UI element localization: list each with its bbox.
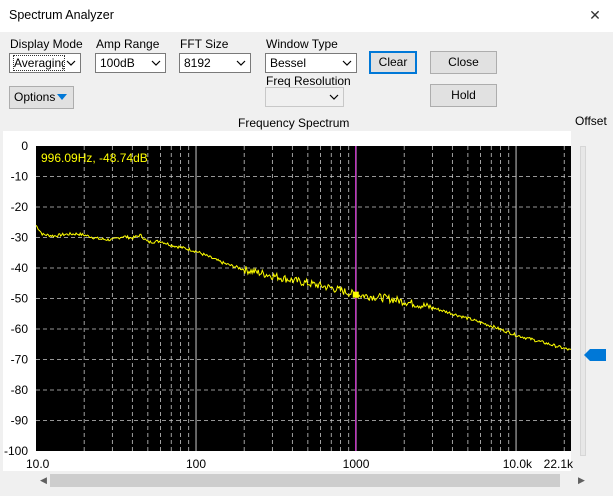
chevron-down-icon [66,60,76,66]
amp-range-select[interactable]: 100dB [95,53,166,73]
cursor-marker[interactable] [352,291,359,298]
y-tick-label: -100 [4,444,28,458]
hold-button-label: Hold [451,88,476,102]
fft-size-label: FFT Size [180,37,229,51]
window-type-label: Window Type [266,37,338,51]
options-button[interactable]: Options [9,86,74,109]
y-tick-label: -90 [11,414,29,428]
chevron-down-icon [151,60,161,66]
x-tick-label: 22.1k [544,457,574,471]
amp-range-value: 100dB [100,56,135,70]
chart-title: Frequency Spectrum [238,116,350,130]
scrollbar-thumb[interactable] [50,474,560,487]
spectrum-analyzer-window: Spectrum Analyzer ✕ Display Mode Averagi… [0,0,613,496]
amp-range-label: Amp Range [96,37,160,51]
fft-size-value: 8192 [184,56,211,70]
y-tick-label: -40 [11,261,29,275]
close-window-icon[interactable]: ✕ [584,4,606,26]
close-button[interactable]: Close [430,51,497,74]
freq-resolution-select[interactable] [265,87,344,107]
caret-down-icon [57,94,67,100]
cursor-readout: 996.09Hz, -48.74dB [41,151,148,165]
y-tick-label: -50 [11,292,29,306]
chevron-down-icon [236,60,246,66]
x-tick-label: 10.0k [503,457,533,471]
clear-button[interactable]: Clear [369,51,417,74]
title-bar: Spectrum Analyzer ✕ [0,0,613,32]
chevron-down-icon [329,94,339,100]
fft-size-select[interactable]: 8192 [179,53,251,73]
hold-button[interactable]: Hold [430,84,497,107]
window-type-select[interactable]: Bessel [265,53,357,73]
y-tick-label: -30 [11,231,29,245]
close-button-label: Close [448,55,479,69]
display-mode-value: Averaging [13,55,65,71]
x-tick-label: 100 [186,457,206,471]
scroll-right-icon[interactable]: ▶ [575,474,588,487]
offset-slider-thumb[interactable] [584,348,606,362]
offset-label: Offset [575,114,607,128]
window-type-value: Bessel [270,56,307,70]
clear-button-label: Clear [378,55,408,69]
window-title: Spectrum Analyzer [9,8,114,22]
x-tick-label: 1000 [343,457,370,471]
x-tick-label: 10.0 [26,457,50,471]
y-tick-label: -10 [11,170,29,184]
horizontal-scrollbar[interactable]: ◀ ▶ [36,472,590,489]
offset-slider-track[interactable] [580,146,586,456]
y-tick-label: 0 [21,139,28,153]
freq-resolution-label: Freq Resolution [266,74,351,88]
options-button-label: Options [14,90,56,104]
y-tick-label: -80 [11,383,29,397]
y-tick-label: -60 [11,322,29,336]
y-tick-label: -70 [11,353,29,367]
spectrum-chart[interactable]: 0 -10 -20 -30 -40 -50 -60 -70 -80 -90 -10010.0 100 1… [0,131,613,471]
display-mode-select[interactable]: Averaging [9,53,81,73]
y-tick-label: -20 [11,200,29,214]
chevron-down-icon [342,60,352,66]
scroll-left-icon[interactable]: ◀ [37,474,50,487]
display-mode-label: Display Mode [10,37,83,51]
